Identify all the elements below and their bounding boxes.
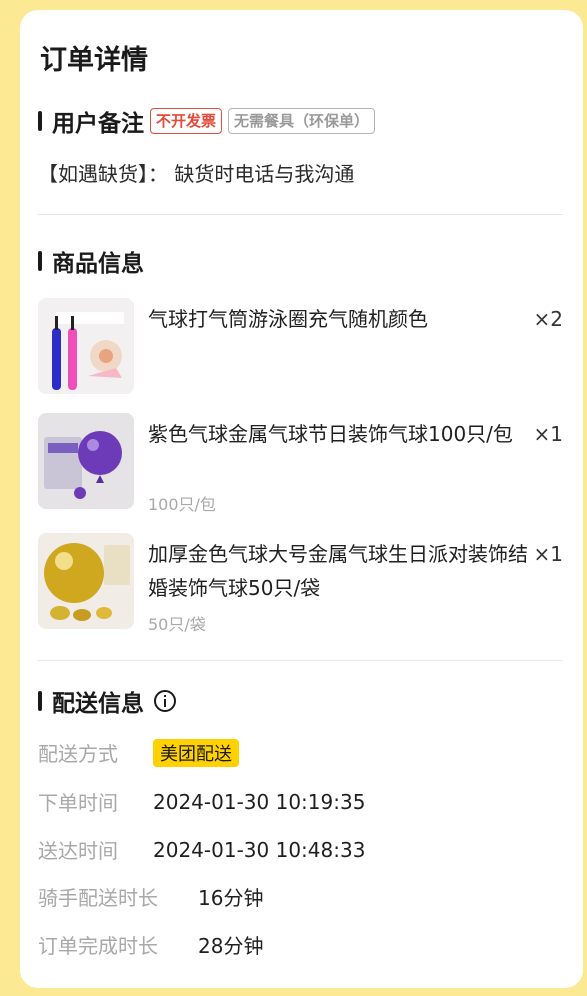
product-name: 加厚金色气球大号金属气球生日派对装饰结婚装饰气球50只/袋 [148, 542, 528, 600]
row-value: 16分钟 [198, 886, 264, 910]
no-tableware-tag: 无需餐具（环保单） [228, 108, 376, 134]
row-label: 配送方式 [38, 742, 118, 766]
product-name: 气球打气筒游泳圈充气随机颜色 [148, 307, 428, 331]
goods-section-title: 商品信息 [52, 251, 144, 277]
remark-text: 【如遇缺货】： 缺货时电话与我沟通 [38, 162, 355, 186]
product-spec: 50只/袋 [148, 615, 206, 634]
product-spec: 100只/包 [148, 495, 216, 514]
no-invoice-tag: 不开发票 [150, 108, 223, 134]
delivery-section-header: 配送信息 [38, 684, 176, 718]
divider [38, 214, 563, 215]
product-name: 紫色气球金属气球节日装饰气球100只/包 [148, 422, 513, 446]
row-value: 2024-01-30 10:48:33 [153, 837, 366, 862]
row-label: 订单完成时长 [38, 934, 158, 958]
section-bar [38, 111, 42, 131]
section-bar [38, 251, 42, 271]
product-qty: ×2 [533, 307, 563, 331]
delivery-section-title: 配送信息 [52, 691, 144, 717]
section-bar [38, 691, 42, 711]
delivery-method-row: 配送方式 美团配送 [38, 738, 239, 767]
row-label: 送达时间 [38, 839, 118, 863]
row-label: 下单时间 [38, 791, 118, 815]
info-icon[interactable] [154, 690, 176, 712]
row-value: 28分钟 [198, 934, 264, 958]
remark-section-title: 用户备注 [52, 111, 144, 137]
product-image-gold-balloon [38, 533, 134, 629]
goods-section-header: 商品信息 [38, 244, 144, 278]
goods-item[interactable]: 气球打气筒游泳圈充气随机颜色 ×2 [38, 298, 563, 396]
delivered-time-row: 送达时间 2024-01-30 10:48:33 [38, 835, 365, 864]
product-image-pump [38, 298, 134, 394]
goods-item[interactable]: 紫色气球金属气球节日装饰气球100只/包 ×1 100只/包 [38, 413, 563, 521]
page-title: 订单详情 [40, 45, 148, 76]
product-image-purple-balloon [38, 413, 134, 509]
order-detail-card: 订单详情 用户备注 不开发票 无需餐具（环保单） 【如遇缺货】： 缺货时电话与我… [20, 10, 583, 988]
goods-item[interactable]: 加厚金色气球大号金属气球生日派对装饰结婚装饰气球50只/袋 ×1 50只/袋 [38, 533, 563, 641]
product-qty: ×1 [533, 422, 563, 446]
order-time-row: 下单时间 2024-01-30 10:19:35 [38, 787, 365, 816]
rider-duration-row: 骑手配送时长 16分钟 [38, 882, 263, 911]
remark-section-header: 用户备注 不开发票 无需餐具（环保单） [38, 104, 376, 138]
row-value: 2024-01-30 10:19:35 [153, 789, 366, 814]
product-qty: ×1 [533, 542, 563, 566]
delivery-method-badge: 美团配送 [153, 738, 239, 767]
order-complete-duration-row: 订单完成时长 28分钟 [38, 930, 263, 959]
row-label: 骑手配送时长 [38, 886, 158, 910]
divider [38, 660, 563, 661]
